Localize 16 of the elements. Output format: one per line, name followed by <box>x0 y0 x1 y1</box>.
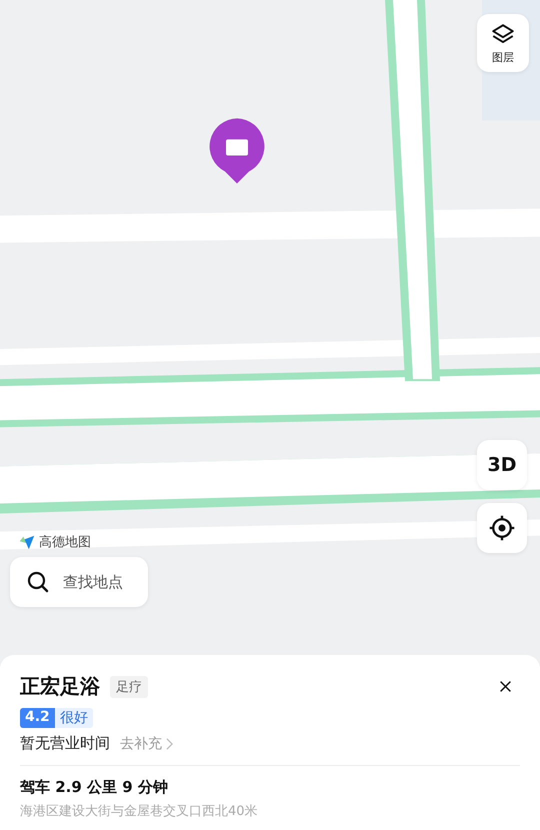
3d-view-button[interactable]: 3D <box>477 440 527 490</box>
close-icon <box>499 680 512 693</box>
locate-icon <box>488 514 516 542</box>
brand-name: 高德地图 <box>39 534 91 551</box>
search-field[interactable]: 查找地点 <box>10 557 148 607</box>
category-tag: 足疗 <box>110 676 148 698</box>
address: 海港区建设大街与金屋巷交叉口西北40米 <box>20 803 259 820</box>
locate-button[interactable] <box>477 503 527 553</box>
rating-score: 4.2 <box>20 708 55 728</box>
layers-button[interactable]: 图层 <box>477 14 529 72</box>
paper-plane-icon <box>18 533 36 551</box>
chevron-icon <box>166 738 173 750</box>
opening-hours: 暂无营业时间 <box>20 734 110 753</box>
route-summary: 驾车 2.9 公里 9 分钟 <box>20 778 169 797</box>
rating-label: 很好 <box>58 709 89 728</box>
place-name: 正宏足浴 <box>20 673 100 700</box>
